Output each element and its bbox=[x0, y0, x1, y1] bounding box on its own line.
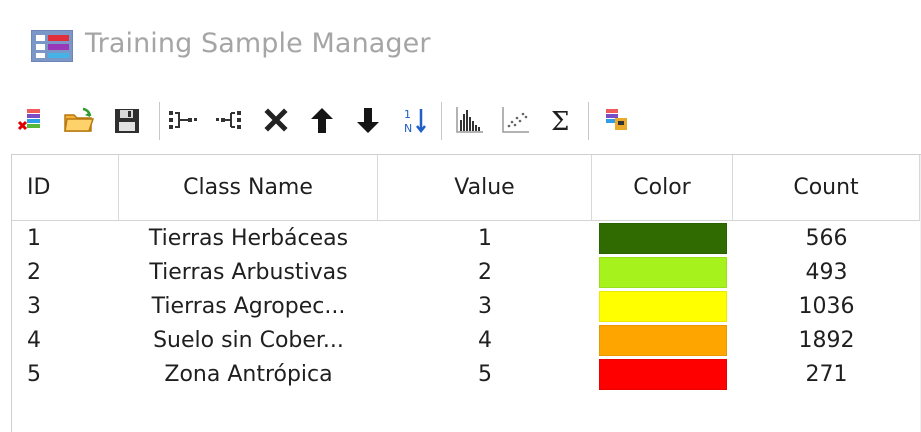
move-up-icon bbox=[306, 104, 338, 136]
row-count: 271 bbox=[805, 361, 848, 387]
table-row[interactable]: 4 Suelo sin Cober... 4 1892 bbox=[12, 323, 921, 357]
move-down-icon bbox=[352, 104, 384, 136]
svg-text:N: N bbox=[404, 122, 412, 135]
training-sample-manager-icon bbox=[31, 30, 73, 62]
row-count: 1036 bbox=[798, 293, 855, 319]
row-value: 2 bbox=[478, 259, 492, 285]
row-color-cell[interactable] bbox=[592, 255, 733, 289]
evaluate-icon bbox=[600, 104, 632, 136]
row-id: 4 bbox=[27, 327, 41, 353]
scatterplot-icon bbox=[499, 103, 533, 137]
histogram-button[interactable] bbox=[452, 102, 488, 138]
column-header-class-name[interactable]: Class Name bbox=[119, 155, 378, 221]
move-down-button[interactable] bbox=[350, 102, 386, 138]
open-folder-icon bbox=[62, 103, 96, 137]
toolbar: 1 N Σ bbox=[0, 88, 921, 155]
row-value: 4 bbox=[478, 327, 492, 353]
delete-icon bbox=[260, 104, 292, 136]
row-color-cell[interactable] bbox=[592, 289, 733, 323]
table-row[interactable]: 1 Tierras Herbáceas 1 566 bbox=[12, 221, 921, 255]
training-sample-manager-window: Training Sample Manager 1 N Σ ID Class N… bbox=[0, 0, 921, 432]
statistics-button[interactable]: Σ bbox=[544, 102, 580, 138]
row-value: 1 bbox=[478, 225, 492, 251]
histogram-icon bbox=[453, 103, 487, 137]
new-sample-icon bbox=[15, 104, 47, 136]
row-class-name: Tierras Herbáceas bbox=[148, 225, 349, 251]
scatterplot-button[interactable] bbox=[498, 102, 534, 138]
table-row[interactable]: 5 Zona Antrópica 5 271 bbox=[12, 357, 921, 391]
title-bar: Training Sample Manager bbox=[0, 0, 921, 88]
merge-icon bbox=[166, 103, 200, 137]
evaluate-button[interactable] bbox=[598, 102, 634, 138]
row-color-cell[interactable] bbox=[592, 357, 733, 391]
column-header-value[interactable]: Value bbox=[378, 155, 592, 221]
svg-text:Σ: Σ bbox=[551, 107, 569, 136]
sort-button[interactable]: 1 N bbox=[397, 102, 433, 138]
table-row[interactable]: 3 Tierras Agropec... 3 1036 bbox=[12, 289, 921, 323]
row-count: 493 bbox=[805, 259, 848, 285]
row-color-cell[interactable] bbox=[592, 221, 733, 255]
column-header-id[interactable]: ID bbox=[12, 155, 119, 221]
row-class-name: Tierras Arbustivas bbox=[149, 259, 348, 285]
row-class-name: Zona Antrópica bbox=[164, 361, 333, 387]
table-row[interactable]: 2 Tierras Arbustivas 2 493 bbox=[12, 255, 921, 289]
class-color-swatch[interactable] bbox=[599, 325, 727, 356]
toolbar-separator bbox=[159, 102, 160, 140]
class-color-swatch[interactable] bbox=[599, 291, 727, 322]
split-button[interactable] bbox=[211, 102, 247, 138]
row-value: 3 bbox=[478, 293, 492, 319]
class-color-swatch[interactable] bbox=[599, 359, 727, 390]
row-color-cell[interactable] bbox=[592, 323, 733, 357]
window-title: Training Sample Manager bbox=[85, 28, 431, 59]
class-color-swatch[interactable] bbox=[599, 257, 727, 288]
row-class-name: Tierras Agropec... bbox=[151, 293, 346, 319]
toolbar-separator bbox=[588, 102, 589, 140]
svg-text:1: 1 bbox=[404, 108, 411, 121]
split-icon bbox=[212, 103, 246, 137]
row-id: 5 bbox=[27, 361, 41, 387]
open-button[interactable] bbox=[61, 102, 97, 138]
training-sample-table: ID Class Name Value Color Count 1 Tierra… bbox=[11, 154, 921, 432]
merge-button[interactable] bbox=[165, 102, 201, 138]
row-value: 5 bbox=[478, 361, 492, 387]
row-class-name: Suelo sin Cober... bbox=[153, 327, 344, 353]
row-count: 566 bbox=[805, 225, 848, 251]
row-id: 1 bbox=[27, 225, 41, 251]
row-id: 2 bbox=[27, 259, 41, 285]
class-color-swatch[interactable] bbox=[599, 223, 727, 254]
column-header-color[interactable]: Color bbox=[592, 155, 733, 221]
toolbar-separator bbox=[441, 102, 442, 140]
move-up-button[interactable] bbox=[304, 102, 340, 138]
save-button[interactable] bbox=[109, 102, 145, 138]
column-header-count[interactable]: Count bbox=[733, 155, 920, 221]
statistics-icon: Σ bbox=[546, 104, 578, 136]
row-id: 3 bbox=[27, 293, 41, 319]
save-disk-icon bbox=[111, 104, 143, 136]
row-count: 1892 bbox=[798, 327, 855, 353]
new-sample-button[interactable] bbox=[13, 102, 49, 138]
sort-icon: 1 N bbox=[399, 104, 431, 136]
delete-button[interactable] bbox=[258, 102, 294, 138]
table-header: ID Class Name Value Color Count bbox=[12, 155, 921, 221]
